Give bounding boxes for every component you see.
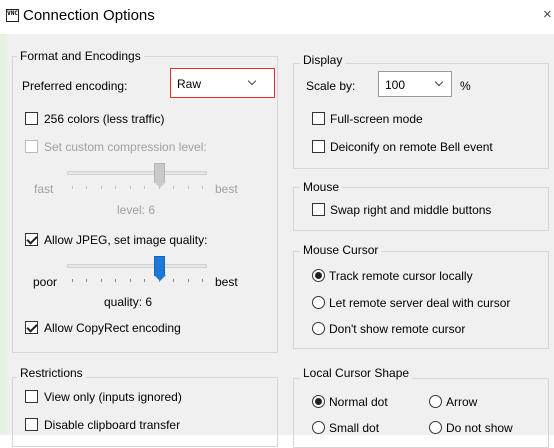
slider-tick bbox=[115, 186, 116, 189]
restrictions-group bbox=[12, 377, 278, 447]
scale-unit: % bbox=[460, 79, 471, 93]
checkbox-deiconify[interactable] bbox=[312, 140, 325, 153]
compression-level-text: level: 6 bbox=[117, 203, 156, 217]
checkbox-deiconify-label: Deiconify on remote Bell event bbox=[330, 140, 493, 154]
slider-tick bbox=[86, 279, 87, 282]
chevron-down-icon bbox=[247, 76, 257, 86]
slider-tick bbox=[72, 279, 73, 282]
radio-do-not-show-label: Do not show bbox=[446, 421, 513, 435]
radio-small-dot-label: Small dot bbox=[329, 421, 380, 435]
quality-slider-thumb[interactable] bbox=[154, 256, 166, 281]
radio-arrow[interactable] bbox=[429, 395, 442, 408]
checkbox-256-colors[interactable] bbox=[25, 112, 38, 125]
slider-tick bbox=[144, 279, 145, 282]
title-bar: VNC Connection Options × bbox=[0, 0, 554, 34]
radio-track-cursor-label: Track remote cursor locally bbox=[329, 269, 473, 283]
radio-server-cursor[interactable] bbox=[312, 296, 325, 309]
radio-arrow-label: Arrow bbox=[446, 395, 478, 409]
quality-max-label: best bbox=[215, 275, 238, 289]
compression-max-label: best bbox=[215, 182, 238, 196]
radio-track-cursor[interactable] bbox=[312, 269, 325, 282]
slider-tick bbox=[115, 279, 116, 282]
checkbox-allow-jpeg[interactable] bbox=[25, 233, 38, 246]
window-title: Connection Options bbox=[23, 7, 155, 24]
compression-slider-track bbox=[67, 171, 207, 175]
radio-normal-dot-label: Normal dot bbox=[329, 395, 388, 409]
checkbox-copyrect[interactable] bbox=[25, 321, 38, 334]
mouse-cursor-legend: Mouse Cursor bbox=[300, 243, 382, 257]
checkbox-view-only-label: View only (inputs ignored) bbox=[44, 390, 182, 404]
checkbox-swap-buttons[interactable] bbox=[312, 203, 325, 216]
display-legend: Display bbox=[300, 53, 346, 67]
preferred-encoding-value: Raw bbox=[177, 77, 202, 91]
slider-tick bbox=[144, 186, 145, 189]
checkbox-256-colors-label: 256 colors (less traffic) bbox=[44, 112, 165, 126]
restrictions-legend: Restrictions bbox=[17, 366, 86, 380]
preferred-encoding-label: Preferred encoding: bbox=[22, 79, 128, 93]
slider-tick bbox=[202, 186, 203, 189]
compression-slider-thumb[interactable] bbox=[154, 163, 166, 188]
checkbox-disable-clipboard-label: Disable clipboard transfer bbox=[44, 418, 181, 432]
quality-slider-track bbox=[67, 264, 207, 268]
checkbox-disable-clipboard[interactable] bbox=[25, 418, 38, 431]
slider-tick bbox=[101, 279, 102, 282]
radio-normal-dot[interactable] bbox=[312, 395, 325, 408]
checkbox-custom-compression[interactable] bbox=[25, 140, 38, 153]
scale-value: 100 bbox=[385, 78, 406, 92]
scale-label: Scale by: bbox=[306, 79, 356, 93]
preferred-encoding-select[interactable]: Raw bbox=[170, 68, 275, 98]
quality-level-text: quality: 6 bbox=[104, 295, 153, 309]
close-icon[interactable]: × bbox=[543, 6, 552, 23]
quality-min-label: poor bbox=[33, 275, 58, 289]
slider-tick bbox=[130, 279, 131, 282]
radio-small-dot[interactable] bbox=[312, 421, 325, 434]
slider-tick bbox=[173, 279, 174, 282]
background-strip bbox=[0, 34, 7, 435]
mouse-legend: Mouse bbox=[300, 180, 343, 194]
slider-tick bbox=[188, 279, 189, 282]
slider-tick bbox=[188, 186, 189, 189]
slider-tick bbox=[130, 186, 131, 189]
checkbox-fullscreen[interactable] bbox=[312, 112, 325, 125]
radio-no-cursor[interactable] bbox=[312, 322, 325, 335]
local-cursor-legend: Local Cursor Shape bbox=[300, 366, 413, 380]
checkbox-view-only[interactable] bbox=[25, 390, 38, 403]
vnc-icon: VNC bbox=[6, 9, 19, 22]
format-encodings-legend: Format and Encodings bbox=[17, 49, 144, 63]
checkbox-copyrect-label: Allow CopyRect encoding bbox=[44, 321, 181, 335]
local-cursor-group bbox=[293, 378, 549, 448]
slider-tick bbox=[202, 279, 203, 282]
slider-tick bbox=[101, 186, 102, 189]
checkbox-swap-buttons-label: Swap right and middle buttons bbox=[330, 203, 492, 217]
checkbox-allow-jpeg-label: Allow JPEG, set image quality: bbox=[44, 233, 208, 247]
compression-min-label: fast bbox=[34, 182, 54, 196]
scale-select[interactable]: 100 bbox=[378, 71, 452, 97]
checkbox-fullscreen-label: Full-screen mode bbox=[330, 112, 423, 126]
radio-server-cursor-label: Let remote server deal with cursor bbox=[329, 296, 511, 310]
chevron-down-icon bbox=[434, 77, 444, 87]
radio-no-cursor-label: Don't show remote cursor bbox=[329, 322, 466, 336]
checkbox-custom-compression-label: Set custom compression level: bbox=[44, 140, 207, 154]
radio-do-not-show[interactable] bbox=[429, 421, 442, 434]
slider-tick bbox=[72, 186, 73, 189]
slider-tick bbox=[173, 186, 174, 189]
slider-tick bbox=[86, 186, 87, 189]
